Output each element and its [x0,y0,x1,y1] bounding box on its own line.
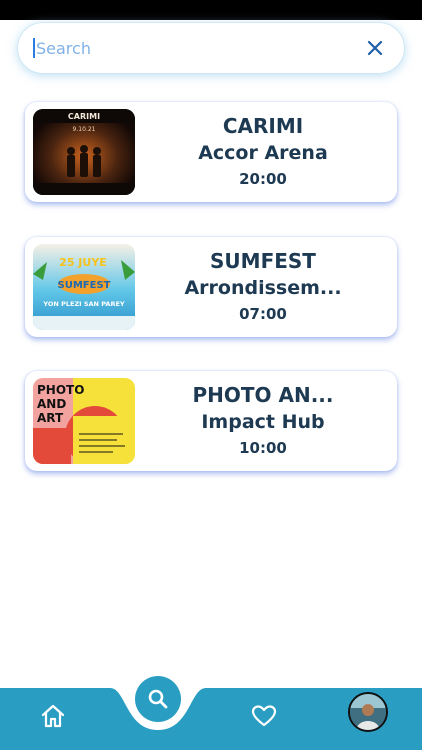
event-time: 07:00 [239,305,287,323]
event-poster: PHOTO AND ART [33,378,135,464]
bottom-nav [0,676,422,750]
event-poster: 25 JUYE SUMFEST YON PLEZI SAN PAREY [33,244,135,330]
home-nav-button[interactable] [37,700,69,732]
search-icon [148,689,168,709]
event-venue: Arrondissem... [184,277,342,299]
clear-search-button[interactable] [364,37,386,59]
event-time: 20:00 [239,170,287,188]
heart-icon [251,705,277,727]
home-icon [41,704,65,728]
event-info: SUMFEST Arrondissem... 07:00 [135,248,397,326]
status-bar [0,0,422,20]
event-venue: Impact Hub [201,411,325,433]
search-bar[interactable] [17,22,405,74]
svg-text:SUMFEST: SUMFEST [58,280,111,291]
poster-tagline: YON PLEZI SAN PAREY [42,300,125,308]
event-card-sumfest[interactable]: 25 JUYE SUMFEST YON PLEZI SAN PAREY SUMF… [25,237,397,337]
search-input[interactable] [36,38,364,58]
poster-date: 25 JUYE [59,256,107,269]
svg-text:ART: ART [37,411,64,425]
close-icon [367,40,383,56]
search-nav-button[interactable] [135,676,181,722]
favorites-nav-button[interactable] [248,700,280,732]
event-card-photo-and-art[interactable]: PHOTO AND ART PHOTO AN... Impact Hub 10:… [25,371,397,471]
svg-text:PHOTO: PHOTO [37,383,84,397]
event-title: SUMFEST [210,249,316,273]
event-title: PHOTO AN... [192,383,334,407]
poster-date: 9.10.21 [73,126,96,133]
event-time: 10:00 [239,439,287,457]
event-card-carimi[interactable]: CARIMI 9.10.21 CARIMI Accor Arena 20:00 [25,102,397,202]
event-title: CARIMI [222,114,304,138]
event-info: CARIMI Accor Arena 20:00 [135,113,397,191]
text-caret [33,38,35,58]
profile-avatar[interactable] [348,692,388,732]
event-venue: Accor Arena [198,142,328,164]
event-info: PHOTO AN... Impact Hub 10:00 [135,382,397,460]
svg-text:AND: AND [37,397,66,411]
event-poster: CARIMI 9.10.21 [33,109,135,195]
poster-title: CARIMI [68,112,100,121]
